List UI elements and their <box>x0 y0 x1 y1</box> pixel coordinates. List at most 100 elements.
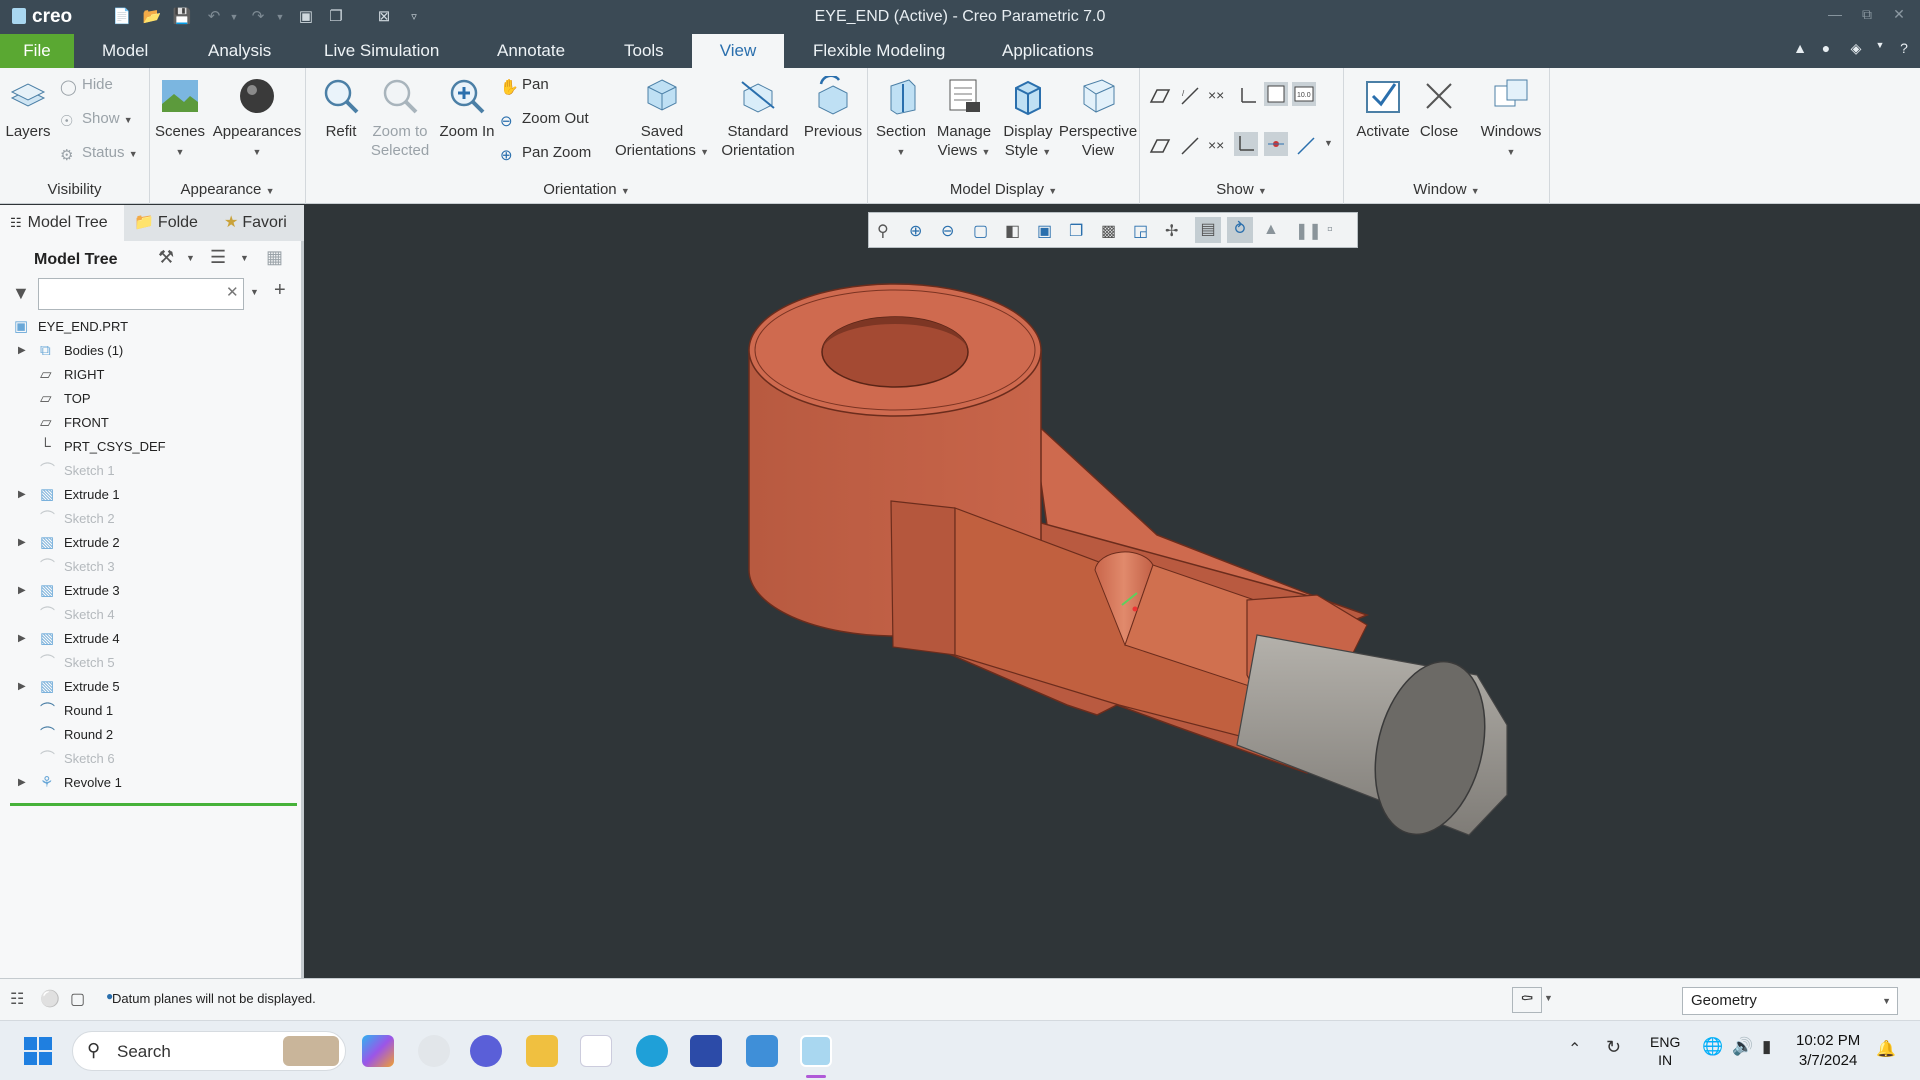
file-explorer-icon[interactable] <box>526 1035 558 1067</box>
tab-applications[interactable]: Applications <box>990 34 1106 68</box>
clear-search-icon[interactable]: ✕ <box>226 283 239 301</box>
csys-tag-icon[interactable] <box>1234 132 1258 156</box>
copilot-icon[interactable] <box>362 1035 394 1067</box>
store-icon[interactable] <box>580 1035 612 1067</box>
pan-zoom-button[interactable]: ⊕ Pan Zoom <box>500 142 591 164</box>
zoom-in-view-icon[interactable]: ⊕ <box>909 221 922 241</box>
tree-settings-dropdown-icon[interactable]: ▼ <box>186 253 195 263</box>
tab-file[interactable]: File <box>0 34 74 68</box>
appearance-group-label[interactable]: Appearance ▼ <box>150 181 305 198</box>
tree-item-sketch-3[interactable]: ⌒ Sketch 3 <box>0 555 300 579</box>
tree-item-eye-end-prt[interactable]: ▣ EYE_END.PRT <box>0 315 300 339</box>
repaint-icon[interactable]: ▢ <box>973 221 988 241</box>
activate-button[interactable]: Activate <box>1352 76 1414 141</box>
manage-views-button[interactable]: Manage Views ▼ <box>932 76 996 162</box>
point-tag-icon[interactable]: ×× <box>1206 134 1230 158</box>
find-icon[interactable]: ⚰ <box>1512 987 1542 1013</box>
hide-button[interactable]: ◯ Hide <box>60 74 113 96</box>
tree-item-extrude-1[interactable]: ▶ ▧ Extrude 1 <box>0 483 300 507</box>
taskbar-search[interactable]: ⚲ Search <box>72 1031 346 1071</box>
toggle-navigator-icon[interactable]: ☷ <box>10 989 24 1009</box>
spin-center-toggle-icon[interactable]: ⥁ <box>1227 217 1253 243</box>
zoom-out-button[interactable]: ⊖ Zoom Out <box>500 108 589 130</box>
toggle-browser-icon[interactable]: ⚪ <box>40 989 60 1009</box>
orientation-group-label[interactable]: Orientation ▼ <box>306 181 867 198</box>
start-icon[interactable] <box>24 1037 52 1065</box>
tree-item-round-2[interactable]: ⌒ Round 2 <box>0 723 300 747</box>
language-indicator[interactable]: ENG IN <box>1650 1033 1680 1069</box>
spin-center-icon[interactable] <box>1264 132 1288 156</box>
tree-item-front[interactable]: ▱ FRONT <box>0 411 300 435</box>
tab-folder-browser[interactable]: 📁 Folde <box>128 205 210 241</box>
photos-icon[interactable] <box>746 1035 778 1067</box>
network-icon[interactable]: 🌐 <box>1702 1037 1723 1057</box>
camera-icon[interactable]: ▩ <box>1101 221 1116 241</box>
tree-columns-icon[interactable]: ☰ <box>210 247 226 268</box>
expand-arrow-icon[interactable]: ▶ <box>18 579 26 603</box>
expand-arrow-icon[interactable]: ▶ <box>18 339 26 363</box>
plane-tag-icon[interactable] <box>1148 134 1172 158</box>
close-window-button[interactable]: Close <box>1414 76 1464 141</box>
tab-flexible-modeling[interactable]: Flexible Modeling <box>801 34 957 68</box>
tab-annotate[interactable]: Annotate <box>485 34 577 68</box>
expand-arrow-icon[interactable]: ▶ <box>18 627 26 651</box>
section-button[interactable]: Section ▼ <box>872 76 930 162</box>
expand-arrow-icon[interactable]: ▶ <box>18 675 26 699</box>
axis-display-icon[interactable]: / <box>1178 84 1202 108</box>
mathcad-icon[interactable] <box>690 1035 722 1067</box>
tree-columns-dropdown-icon[interactable]: ▼ <box>240 253 249 263</box>
windows-button[interactable]: Windows ▼ <box>1476 76 1546 162</box>
minimize-icon[interactable]: — <box>1822 6 1848 26</box>
tab-favorites[interactable]: ★ Favori <box>218 205 304 241</box>
volume-icon[interactable]: 🔊 <box>1732 1037 1753 1057</box>
hidden-icon[interactable]: ▫ <box>1327 221 1333 239</box>
learning-dropdown-icon[interactable]: ▼ <box>1870 40 1890 60</box>
tree-item-sketch-2[interactable]: ⌒ Sketch 2 <box>0 507 300 531</box>
selection-filter-select[interactable]: Geometry ▼ <box>1682 987 1898 1015</box>
perspective-view-button[interactable]: Perspective View <box>1058 76 1138 160</box>
close-icon[interactable]: ✕ <box>1886 6 1912 26</box>
section-view-icon[interactable]: ◲ <box>1133 221 1148 241</box>
tree-item-extrude-2[interactable]: ▶ ▧ Extrude 2 <box>0 531 300 555</box>
annotation-display-icon[interactable] <box>1264 82 1288 106</box>
display-style-view-icon[interactable]: ◧ <box>1005 221 1020 241</box>
tree-item-sketch-1[interactable]: ⌒ Sketch 1 <box>0 459 300 483</box>
appearances-button[interactable]: Appearances ▼ <box>212 76 302 162</box>
expand-arrow-icon[interactable]: ▶ <box>18 531 26 555</box>
zoom-in-button[interactable]: Zoom In <box>430 76 504 141</box>
tree-item-right[interactable]: ▱ RIGHT <box>0 363 300 387</box>
search-options-dropdown-icon[interactable]: ▼ <box>250 287 259 297</box>
graphics-window[interactable] <box>307 205 1920 978</box>
axis-tag-icon[interactable] <box>1178 134 1202 158</box>
tab-tools[interactable]: Tools <box>612 34 676 68</box>
tree-item-top[interactable]: ▱ TOP <box>0 387 300 411</box>
pan-button[interactable]: ✋ Pan <box>500 74 549 96</box>
tab-live-simulation[interactable]: Live Simulation <box>312 34 451 68</box>
annotation-toggle-icon[interactable]: ▤ <box>1195 217 1221 243</box>
part-model-3d[interactable] <box>307 205 1920 978</box>
tree-item-sketch-6[interactable]: ⌒ Sketch 6 <box>0 747 300 771</box>
tree-item-round-1[interactable]: ⌒ Round 1 <box>0 699 300 723</box>
tree-filter-options-icon[interactable]: ▦ <box>266 247 283 268</box>
refit-view-icon[interactable]: ⚲ <box>877 221 889 241</box>
user-icon[interactable]: ● <box>1816 40 1836 60</box>
dimension-display-icon[interactable]: 10.0 <box>1292 82 1316 106</box>
tree-item-extrude-4[interactable]: ▶ ▧ Extrude 4 <box>0 627 300 651</box>
tab-model-tree[interactable]: ☷ Model Tree <box>0 205 124 241</box>
view-manager-icon[interactable]: ❐ <box>1069 221 1083 241</box>
model-display-group-label[interactable]: Model Display ▼ <box>868 181 1139 198</box>
plane-display-icon[interactable] <box>1148 84 1172 108</box>
saved-orientations-view-icon[interactable]: ▣ <box>1037 221 1052 241</box>
help-icon[interactable]: ? <box>1894 40 1914 60</box>
system-clock[interactable]: 10:02 PM 3/7/2024 <box>1796 1031 1860 1071</box>
show-more-dropdown-icon[interactable]: ▼ <box>1324 138 1333 148</box>
find-dropdown-icon[interactable]: ▼ <box>1544 993 1553 1003</box>
scenes-button[interactable]: Scenes ▼ <box>152 76 208 162</box>
add-filter-icon[interactable]: + <box>274 279 286 302</box>
learning-icon[interactable]: ◈ <box>1846 40 1866 60</box>
model-tree-search-input[interactable] <box>38 278 244 310</box>
datum-display-filter-icon[interactable]: ✢ <box>1165 221 1178 241</box>
display-style-button[interactable]: Display Style ▼ <box>996 76 1060 162</box>
tree-item-bodies-1[interactable]: ▶ ⧉ Bodies (1) <box>0 339 300 363</box>
battery-icon[interactable]: ▮ <box>1762 1037 1771 1057</box>
